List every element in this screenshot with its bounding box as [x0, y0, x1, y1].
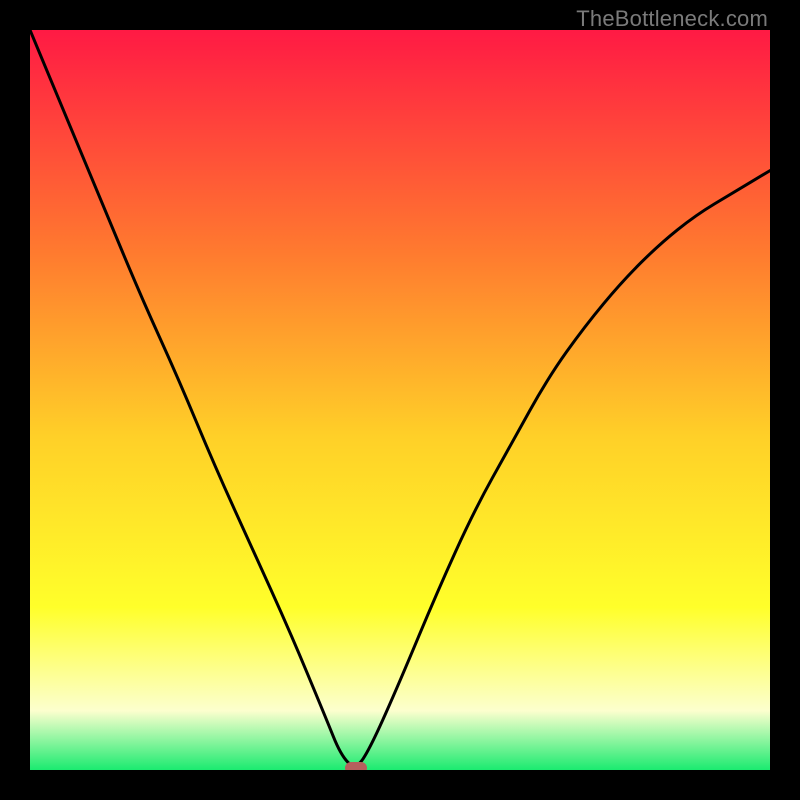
plot-area — [30, 30, 770, 770]
watermark-text: TheBottleneck.com — [576, 6, 768, 32]
outer-frame: TheBottleneck.com — [0, 0, 800, 800]
optimum-marker — [345, 762, 367, 770]
bottleneck-curve — [30, 30, 770, 770]
